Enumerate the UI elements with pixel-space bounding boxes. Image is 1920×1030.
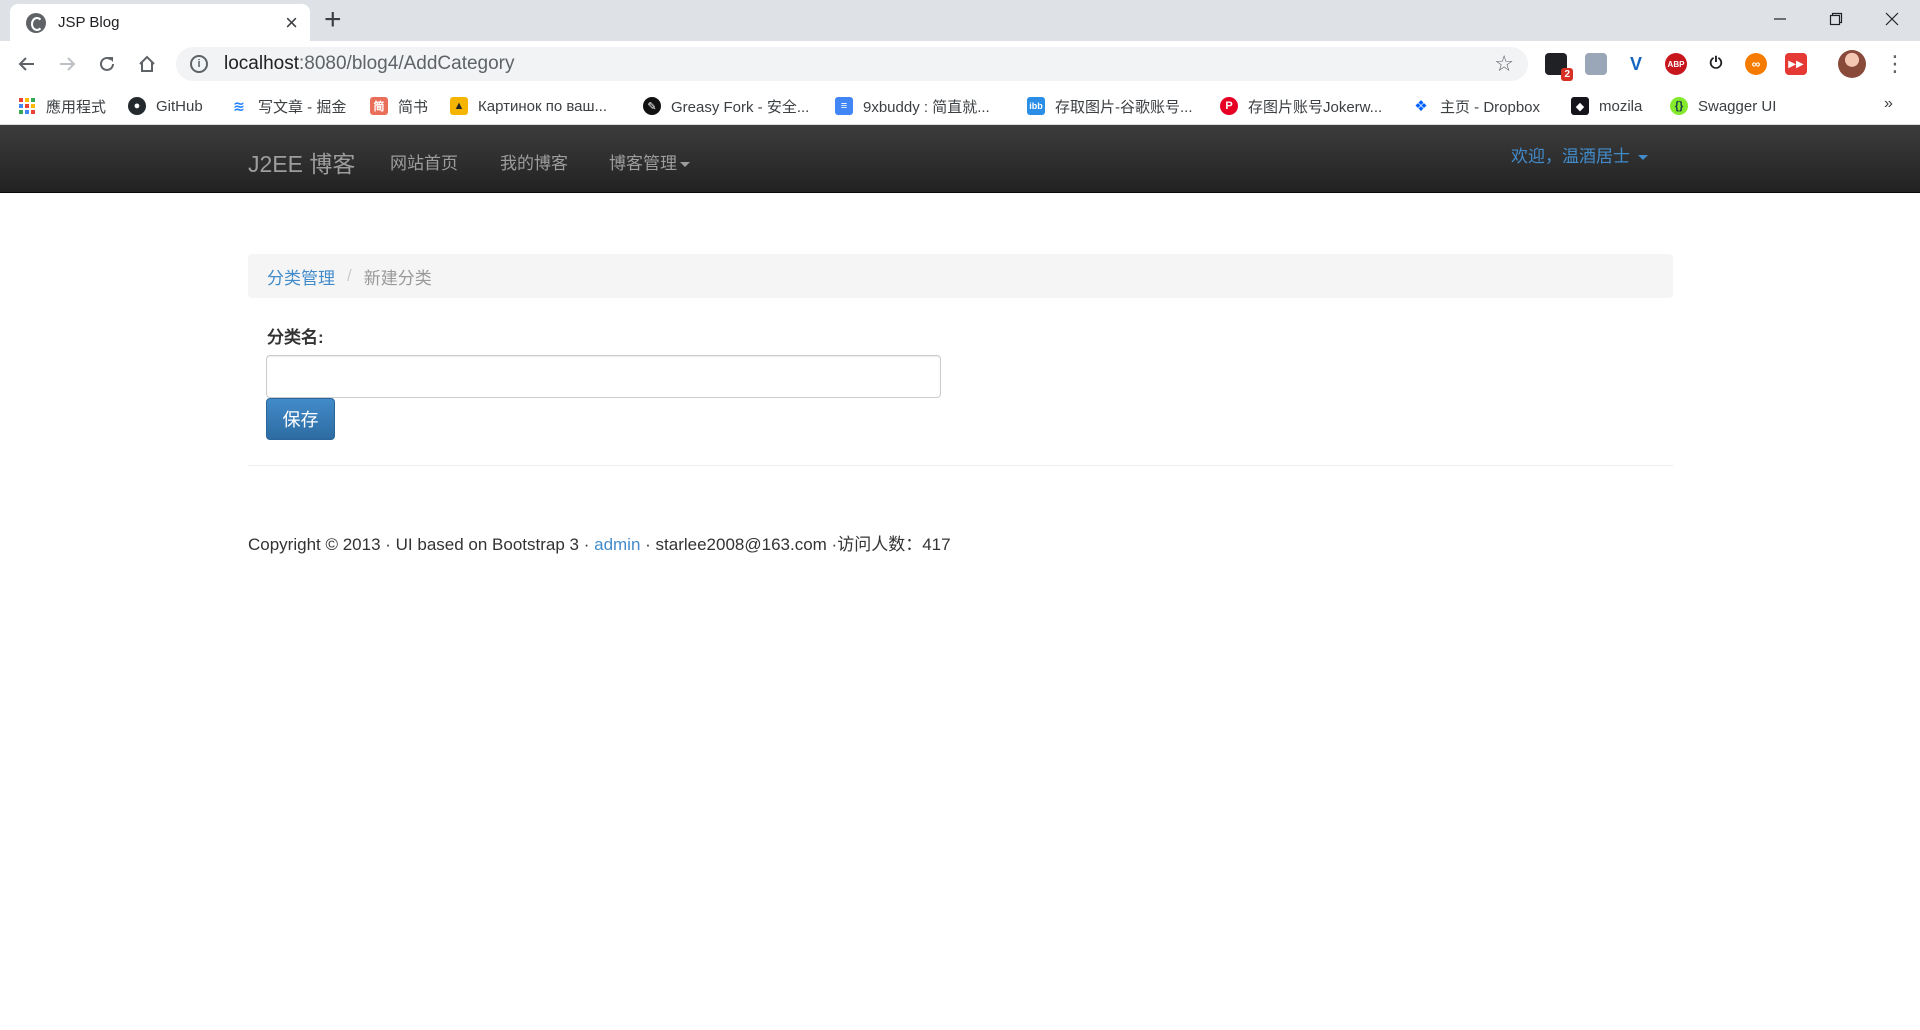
browser-tabstrip: JSP Blog × +: [0, 0, 1920, 41]
apps-grid-icon: [18, 97, 36, 115]
bookmark-github[interactable]: ● GitHub: [128, 94, 203, 118]
url-host: localhost: [224, 53, 299, 74]
bookmark-label: 简书: [398, 98, 429, 116]
caret-down-icon: [680, 162, 690, 168]
document-icon: ≡: [835, 97, 853, 115]
bookmark-greasyfork[interactable]: ✎ Greasy Fork - 安全...: [643, 94, 809, 118]
bookmark-juejin[interactable]: ≋ 写文章 - 掘金: [230, 94, 346, 118]
ibb-icon: ibb: [1027, 97, 1045, 115]
breadcrumb: 分类管理 / 新建分类: [248, 254, 1673, 298]
breadcrumb-category-manage[interactable]: 分类管理: [267, 264, 335, 289]
user-welcome-label: 欢迎，温酒居士: [1511, 147, 1630, 166]
forward-icon[interactable]: [50, 47, 84, 81]
more-bookmarks-icon[interactable]: »: [1884, 95, 1893, 113]
bookmark-jianshu[interactable]: 简 简书: [370, 94, 428, 118]
close-window-icon[interactable]: [1864, 0, 1920, 38]
site-info-icon[interactable]: i: [190, 55, 208, 73]
new-tab-button[interactable]: +: [324, 5, 342, 35]
bookmark-9xbuddy[interactable]: ≡ 9xbuddy : 简直就...: [835, 94, 990, 118]
save-button[interactable]: 保存: [266, 398, 335, 440]
minimize-icon[interactable]: [1752, 0, 1808, 38]
extension-notes-icon[interactable]: 2: [1545, 53, 1573, 81]
bookmark-label: 写文章 - 掘金: [258, 98, 347, 116]
footer: Copyright © 2013 · UI based on Bootstrap…: [248, 530, 951, 555]
user-menu[interactable]: 欢迎，温酒居士: [1511, 142, 1648, 167]
mdn-icon: ◆: [1571, 97, 1589, 115]
reload-icon[interactable]: [90, 47, 124, 81]
category-name-input[interactable]: [266, 355, 941, 398]
browser-menu-icon[interactable]: ⋮: [1880, 47, 1910, 81]
extension-badge: 2: [1561, 68, 1573, 81]
breadcrumb-current: 新建分类: [363, 268, 432, 288]
power-icon[interactable]: ⏻: [1705, 53, 1727, 75]
extension-infinity-icon[interactable]: ∞: [1745, 53, 1767, 75]
url-text: localhost:8080/blog4/AddCategory: [224, 53, 515, 75]
pinterest-icon: P: [1220, 97, 1238, 115]
bookmark-label: Swagger UI: [1698, 97, 1777, 115]
nav-blog-manage-label: 博客管理: [609, 154, 677, 173]
bookmark-apps[interactable]: 應用程式: [18, 94, 106, 118]
back-icon[interactable]: [10, 47, 44, 81]
tab-close-icon[interactable]: ×: [285, 11, 298, 34]
footer-contact: · starlee2008@163.com ·访问人数：417: [640, 535, 951, 554]
dropbox-icon: ❖: [1412, 97, 1430, 115]
site-navbar: J2EE 博客 网站首页 我的博客 博客管理 欢迎，温酒居士: [0, 125, 1920, 193]
bookmark-label: 9xbuddy : 简直就...: [863, 98, 990, 116]
browser-tab[interactable]: JSP Blog ×: [10, 4, 310, 41]
jianshu-icon: 简: [370, 97, 388, 115]
tab-title: JSP Blog: [58, 14, 120, 31]
bookmark-mozila[interactable]: ◆ mozila: [1571, 94, 1642, 118]
bookmark-swagger[interactable]: {} Swagger UI: [1670, 94, 1776, 118]
bookmarks-bar: 應用程式 ● GitHub ≋ 写文章 - 掘金 简 简书 ▲ Картинок…: [0, 87, 1920, 125]
footer-copyright: Copyright © 2013 · UI based on Bootstrap…: [248, 535, 595, 554]
extension-image-icon[interactable]: [1585, 53, 1607, 75]
home-icon[interactable]: [130, 47, 164, 81]
github-icon: ●: [128, 97, 146, 115]
bookmark-jokerw[interactable]: P 存图片账号Jokerw...: [1220, 94, 1382, 118]
bookmark-dropbox[interactable]: ❖ 主页 - Dropbox: [1412, 94, 1540, 118]
extension-video-icon[interactable]: ▶▶: [1785, 53, 1807, 75]
juejin-icon: ≋: [230, 97, 248, 115]
bookmark-label: 應用程式: [46, 98, 107, 116]
bookmark-ibb[interactable]: ibb 存取图片-谷歌账号...: [1027, 94, 1193, 118]
footer-admin-link[interactable]: admin: [594, 535, 640, 554]
bookmark-label: 存图片账号Jokerw...: [1248, 98, 1383, 116]
swagger-icon: {}: [1670, 97, 1688, 115]
divider: [248, 465, 1673, 466]
nav-my-blog[interactable]: 我的博客: [500, 149, 568, 174]
bookmark-kartinok[interactable]: ▲ Картинок по ваш...: [450, 94, 607, 118]
globe-icon: [26, 12, 46, 33]
navbar-brand[interactable]: J2EE 博客: [248, 145, 355, 179]
breadcrumb-separator: /: [347, 266, 352, 285]
image-icon: ▲: [450, 97, 468, 115]
bookmark-label: Картинок по ваш...: [478, 97, 608, 115]
extension-v-icon[interactable]: V: [1625, 53, 1647, 75]
bookmark-label: GitHub: [156, 97, 203, 115]
category-name-label: 分类名:: [267, 328, 324, 347]
restore-icon[interactable]: [1808, 0, 1864, 38]
url-path: :8080/blog4/AddCategory: [299, 53, 515, 74]
bookmark-label: 存取图片-谷歌账号...: [1055, 98, 1193, 116]
bookmark-label: Greasy Fork - 安全...: [671, 98, 810, 116]
bookmark-star-icon[interactable]: ☆: [1494, 51, 1514, 77]
caret-down-icon: [1637, 155, 1648, 161]
bookmark-label: mozila: [1599, 97, 1643, 115]
adblock-plus-icon[interactable]: ABP: [1665, 53, 1687, 75]
address-bar[interactable]: i localhost:8080/blog4/AddCategory ☆: [176, 47, 1528, 81]
browser-toolbar: i localhost:8080/blog4/AddCategory ☆ 2 V…: [0, 41, 1920, 87]
nav-blog-manage[interactable]: 博客管理: [609, 149, 690, 174]
profile-avatar[interactable]: [1838, 50, 1866, 78]
greasyfork-icon: ✎: [643, 97, 661, 115]
bookmark-label: 主页 - Dropbox: [1440, 98, 1541, 116]
nav-home[interactable]: 网站首页: [390, 149, 458, 174]
